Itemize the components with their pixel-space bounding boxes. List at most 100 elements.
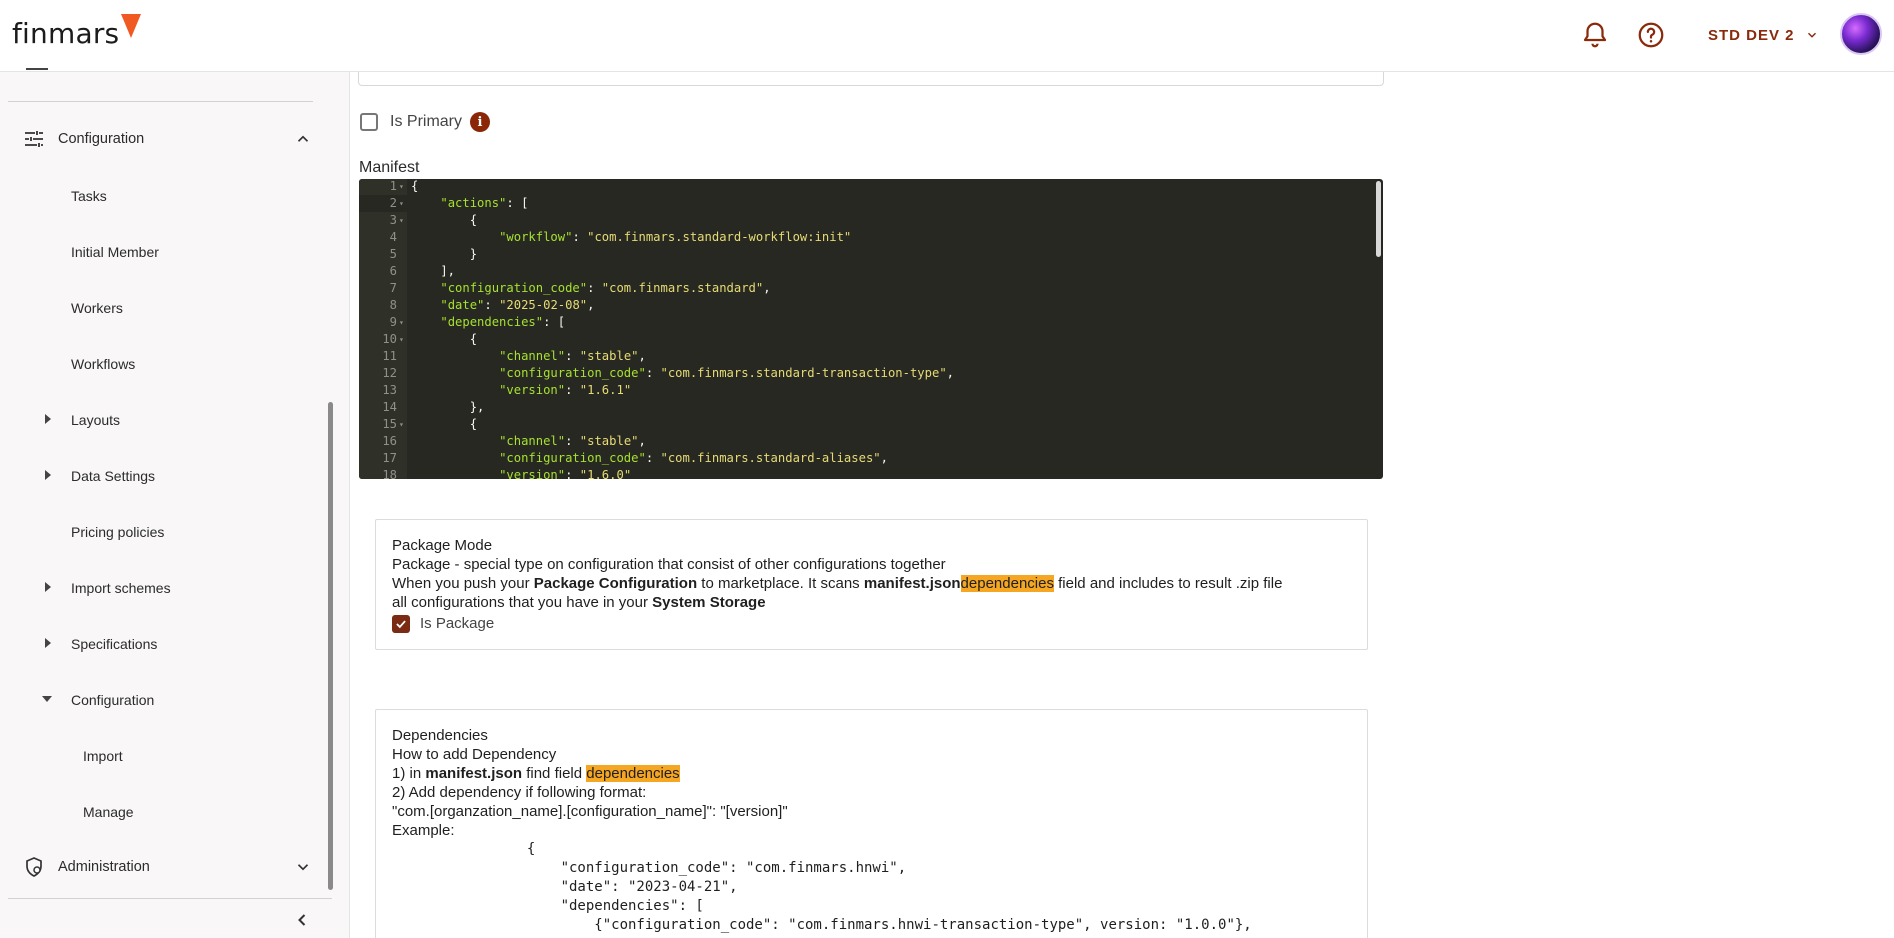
- line-number: 6: [389, 264, 397, 278]
- line-number: 4: [389, 230, 397, 244]
- sidebar-item-workflows[interactable]: Workflows: [71, 356, 135, 372]
- code-text: "workflow": "com.finmars.standard-workfl…: [499, 230, 852, 244]
- checkbox-checked[interactable]: [392, 614, 410, 633]
- fold-arrow-icon[interactable]: ▾: [399, 179, 404, 195]
- caret-right-icon[interactable]: [45, 414, 51, 424]
- editor-line[interactable]: 7 "configuration_code": "com.finmars.sta…: [359, 280, 1383, 297]
- sidebar-item-import-schemes[interactable]: Import schemes: [71, 580, 171, 596]
- dependencies-how: How to add Dependency: [392, 746, 557, 763]
- editor-line[interactable]: 9 ▾ "dependencies": [: [359, 314, 1383, 331]
- code-text: {: [411, 417, 478, 431]
- sidebar-item-configuration[interactable]: Configuration: [71, 692, 154, 708]
- caret-down-icon[interactable]: [42, 696, 52, 702]
- fold-arrow-icon[interactable]: ▾: [399, 314, 404, 331]
- fold-arrow-icon[interactable]: ▾: [399, 195, 404, 212]
- caret-right-icon[interactable]: [45, 582, 51, 592]
- text: field and includes to result .zip file: [1053, 575, 1283, 592]
- workspace-selector[interactable]: STD DEV 2: [1708, 23, 1819, 47]
- is-primary-checkbox[interactable]: Is Primary i: [360, 112, 490, 132]
- line-number: 13: [382, 383, 397, 397]
- editor-line[interactable]: 10 ▾ {: [359, 331, 1383, 348]
- fold-arrow-icon[interactable]: ▾: [399, 212, 404, 229]
- caret-right-icon[interactable]: [45, 638, 51, 648]
- code-text: "actions": [: [440, 196, 529, 210]
- sidebar-item-data-settings[interactable]: Data Settings: [71, 468, 155, 484]
- text: 1) in: [392, 765, 426, 782]
- package-mode-description: all configurations that you have in your…: [392, 593, 1351, 612]
- line-number: 1: [389, 179, 397, 193]
- sidebar: Configuration Tasks Initial Member Worke…: [0, 68, 350, 938]
- caret-right-icon[interactable]: [45, 470, 51, 480]
- line-number: 2: [389, 196, 397, 210]
- code-text: "configuration_code": "com.finmars.stand…: [499, 366, 955, 380]
- fold-arrow-icon[interactable]: ▾: [399, 416, 404, 433]
- manifest-label: Manifest: [359, 159, 420, 176]
- sidebar-scrollbar[interactable]: [328, 402, 333, 890]
- code-text: {: [411, 179, 419, 193]
- editor-line[interactable]: 14 },: [359, 399, 1383, 416]
- sidebar-section-administration[interactable]: Administration: [22, 852, 312, 882]
- sidebar-item-initial-member[interactable]: Initial Member: [71, 244, 159, 260]
- logo-text: finmars: [12, 17, 120, 50]
- shield-gear-icon: [26, 857, 42, 877]
- bell-icon[interactable]: [1580, 20, 1610, 50]
- line-number: 18: [382, 468, 397, 479]
- line-number: 10: [382, 332, 397, 346]
- info-icon[interactable]: i: [470, 112, 490, 132]
- editor-line[interactable]: 6 ],: [359, 263, 1383, 280]
- chevron-down-icon: [1807, 32, 1816, 38]
- code-text: {: [411, 332, 478, 346]
- editor-line[interactable]: 11 "channel": "stable",: [359, 348, 1383, 365]
- code-text: },: [411, 400, 485, 414]
- dependencies-format: "com.[organzation_name].[configuration_n…: [392, 803, 788, 820]
- sidebar-item-specifications[interactable]: Specifications: [71, 636, 157, 652]
- input-field[interactable]: [358, 72, 1384, 86]
- editor-scrollbar[interactable]: [1376, 181, 1381, 257]
- sidebar-item-tasks[interactable]: Tasks: [71, 188, 107, 204]
- editor-line[interactable]: 3 ▾ {: [359, 212, 1383, 229]
- dependencies-step2: 2) Add dependency if following format:: [392, 784, 647, 801]
- logo-mark-icon: [121, 14, 142, 38]
- dependencies-card: Dependencies How to add Dependency 1) in…: [375, 709, 1368, 938]
- editor-line[interactable]: 17 "configuration_code": "com.finmars.st…: [359, 450, 1383, 467]
- sidebar-item-import[interactable]: Import: [83, 748, 123, 764]
- editor-line[interactable]: 18 "version": "1.6.0": [359, 467, 1383, 479]
- sidebar-section-label: Administration: [58, 859, 150, 875]
- fold-arrow-icon[interactable]: ▾: [399, 331, 404, 348]
- manifest-code-editor[interactable]: 1 ▾{2 ▾ "actions": [3 ▾ {4 "workflow": "com…: [359, 179, 1383, 479]
- sidebar-divider: [8, 898, 332, 899]
- editor-line[interactable]: 1 ▾ {: [359, 179, 1383, 195]
- sidebar-item-workers[interactable]: Workers: [71, 300, 123, 316]
- editor-line[interactable]: 13 "version": "1.6.1": [359, 382, 1383, 399]
- finmars-logo[interactable]: finmars: [12, 14, 142, 50]
- help-icon[interactable]: [1636, 20, 1666, 50]
- sidebar-item-layouts[interactable]: Layouts: [71, 412, 120, 428]
- text: all configurations that you have in your: [392, 594, 653, 611]
- code-text: ],: [411, 264, 456, 278]
- editor-line[interactable]: 16 "channel": "stable",: [359, 433, 1383, 450]
- editor-line[interactable]: 5 }: [359, 246, 1383, 263]
- line-number: 9: [389, 315, 397, 329]
- avatar[interactable]: [1840, 13, 1882, 55]
- collapse-sidebar-icon[interactable]: [292, 910, 312, 930]
- sidebar-item-pricing-policies[interactable]: Pricing policies: [71, 524, 164, 540]
- sidebar-section-configuration[interactable]: Configuration: [22, 124, 312, 154]
- editor-line[interactable]: 15 ▾ {: [359, 416, 1383, 433]
- line-number: 15: [382, 417, 397, 431]
- code-text: "dependencies": [: [440, 315, 566, 329]
- code-text: "channel": "stable",: [499, 434, 646, 448]
- editor-line[interactable]: 8 "date": "2025-02-08",: [359, 297, 1383, 314]
- line-number: 16: [382, 434, 397, 448]
- sidebar-item-manage[interactable]: Manage: [83, 804, 134, 820]
- highlight-text: dependencies: [586, 765, 680, 782]
- dependencies-example-code: { "configuration_code": "com.finmars.hnw…: [526, 841, 1252, 933]
- code-text: }: [411, 247, 478, 261]
- editor-line[interactable]: 12 "configuration_code": "com.finmars.st…: [359, 365, 1383, 382]
- editor-line[interactable]: 2 ▾ "actions": [: [359, 195, 1383, 212]
- line-number: 14: [382, 400, 397, 414]
- checkbox[interactable]: [360, 113, 378, 131]
- line-number: 5: [389, 247, 397, 261]
- is-package-checkbox[interactable]: Is Package: [392, 614, 1351, 633]
- code-text: "version": "1.6.0": [499, 468, 632, 479]
- editor-line[interactable]: 4 "workflow": "com.finmars.standard-work…: [359, 229, 1383, 246]
